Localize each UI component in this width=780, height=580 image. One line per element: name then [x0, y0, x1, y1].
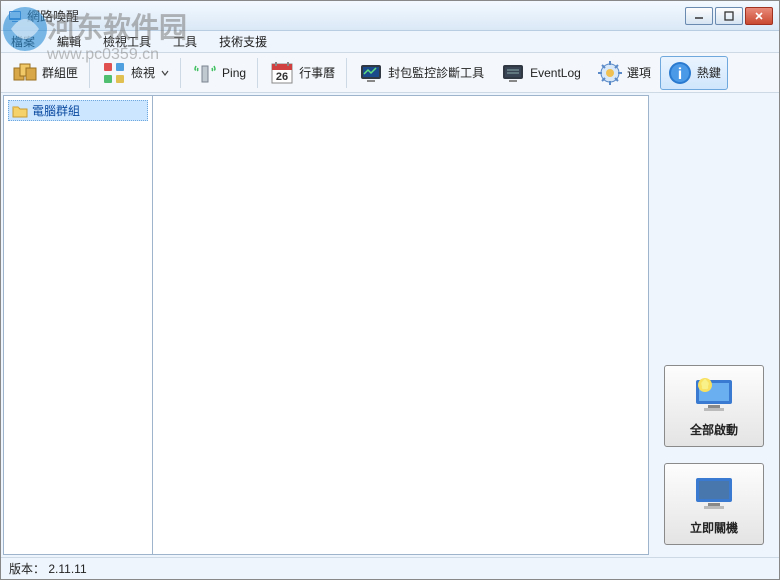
window-title: 網路喚醒	[27, 6, 685, 25]
menu-support[interactable]: 技術支援	[215, 31, 271, 52]
toolbar-hotkey-button[interactable]: i 熱鍵	[660, 56, 728, 90]
close-button[interactable]	[745, 7, 773, 25]
ping-icon	[192, 60, 218, 86]
menubar: 檔案 編輯 檢視工具 工具 技術支援	[1, 31, 779, 53]
wake-monitor-icon	[692, 374, 736, 417]
menu-view-tools[interactable]: 檢視工具	[99, 31, 155, 52]
tree-root-item[interactable]: 電腦群組	[8, 100, 148, 121]
tree-root-label: 電腦群組	[32, 102, 80, 119]
shutdown-now-button[interactable]: 立即關機	[664, 463, 764, 545]
toolbar-eventlog-button[interactable]: EventLog	[493, 56, 588, 90]
toolbar-eventlog-label: EventLog	[530, 66, 581, 80]
tree-panel[interactable]: 電腦群組	[3, 95, 153, 555]
toolbar-packet-tool-label: 封包監控診斷工具	[388, 64, 484, 81]
calendar-icon: 26	[269, 60, 295, 86]
group-icon	[12, 60, 38, 86]
view-grid-icon	[101, 60, 127, 86]
menu-tools[interactable]: 工具	[169, 31, 201, 52]
wake-all-label: 全部啟動	[690, 421, 738, 438]
toolbar-separator	[89, 58, 90, 88]
window-controls	[685, 7, 773, 25]
info-icon: i	[667, 60, 693, 86]
minimize-button[interactable]	[685, 7, 713, 25]
toolbar-view-button[interactable]: 檢視	[94, 56, 176, 90]
svg-text:i: i	[678, 66, 682, 83]
toolbar-view-label: 檢視	[131, 64, 155, 81]
toolbar: 群組匣 檢視 Ping 26 行事曆 封包監控診斷工具 EventLog	[1, 53, 779, 93]
toolbar-separator	[180, 58, 181, 88]
toolbar-separator	[346, 58, 347, 88]
toolbar-separator	[257, 58, 258, 88]
menu-file[interactable]: 檔案	[7, 31, 39, 52]
menu-edit[interactable]: 編輯	[53, 31, 85, 52]
toolbar-options-button[interactable]: 選項	[590, 56, 658, 90]
svg-text:26: 26	[276, 71, 288, 83]
titlebar: 網路喚醒	[1, 1, 779, 31]
toolbar-group-edit-button[interactable]: 群組匣	[5, 56, 85, 90]
right-action-panel: 全部啟動 立即關機	[649, 95, 779, 555]
toolbar-calendar-label: 行事曆	[299, 64, 335, 81]
wake-all-button[interactable]: 全部啟動	[664, 365, 764, 447]
chevron-down-icon	[161, 69, 169, 77]
toolbar-calendar-button[interactable]: 26 行事曆	[262, 56, 342, 90]
shutdown-monitor-icon	[692, 472, 736, 515]
maximize-button[interactable]	[715, 7, 743, 25]
toolbar-group-edit-label: 群組匣	[42, 64, 78, 81]
toolbar-ping-button[interactable]: Ping	[185, 56, 253, 90]
status-version-label: 版本：	[9, 560, 45, 577]
toolbar-options-label: 選項	[627, 64, 651, 81]
body-area: 電腦群組 全部啟動 立即關機	[1, 93, 779, 557]
eventlog-icon	[500, 60, 526, 86]
folder-icon	[12, 104, 28, 118]
gear-icon	[597, 60, 623, 86]
toolbar-hotkey-label: 熱鍵	[697, 64, 721, 81]
statusbar: 版本： 2.11.11	[1, 557, 779, 579]
packet-monitor-icon	[358, 60, 384, 86]
app-icon	[7, 8, 23, 24]
toolbar-ping-label: Ping	[222, 66, 246, 80]
status-version-value: 2.11.11	[48, 562, 86, 576]
main-list-panel[interactable]	[153, 95, 649, 555]
shutdown-now-label: 立即關機	[690, 519, 738, 536]
toolbar-packet-tool-button[interactable]: 封包監控診斷工具	[351, 56, 491, 90]
